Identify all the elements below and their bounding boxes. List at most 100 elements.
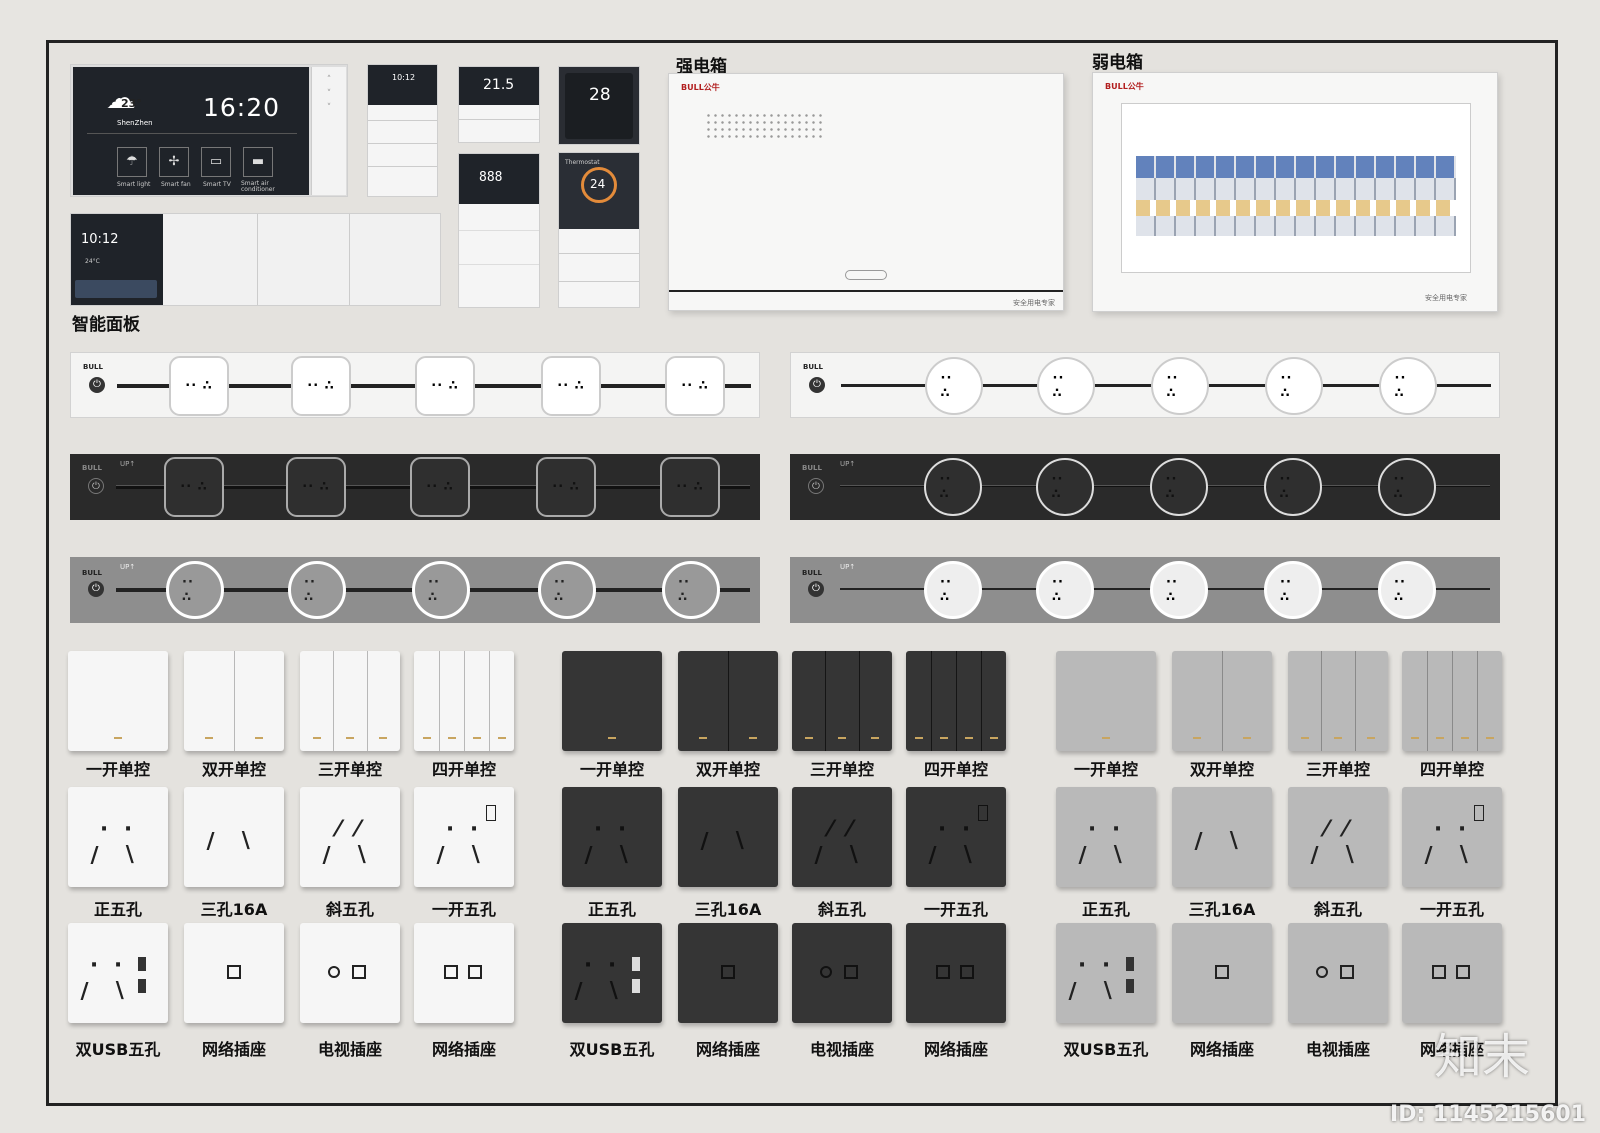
wall-socket[interactable]: ∕ ∖ bbox=[184, 787, 284, 887]
power-icon[interactable]: ⏻ bbox=[89, 377, 105, 393]
square-socket[interactable]: ·· ∴ bbox=[660, 457, 720, 517]
rocker-switch[interactable] bbox=[978, 805, 988, 821]
wall-switch[interactable] bbox=[678, 651, 778, 751]
square-socket[interactable]: ·· ∴ bbox=[291, 356, 351, 416]
square-socket[interactable]: ·· ∴ bbox=[410, 457, 470, 517]
wall-socket[interactable]: · · ∕ ∖ bbox=[1056, 787, 1156, 887]
data-socket[interactable] bbox=[300, 923, 400, 1023]
data-socket[interactable]: · · ∕ ∖ bbox=[68, 923, 168, 1023]
side-keys[interactable]: ˄ ˅ ˅ bbox=[311, 67, 346, 195]
wall-socket[interactable]: · · ∕ ∖ bbox=[1402, 787, 1502, 887]
round-socket[interactable]: ·· ∴ bbox=[1150, 458, 1208, 516]
round-socket[interactable]: ·· ∴ bbox=[924, 561, 982, 619]
wall-switch[interactable] bbox=[1172, 651, 1272, 751]
tv-coax-port-icon[interactable] bbox=[820, 966, 832, 978]
smart-light-icon[interactable]: ☂ bbox=[117, 147, 147, 177]
power-icon[interactable]: ⏻ bbox=[88, 581, 104, 597]
network-port-icon[interactable] bbox=[1456, 965, 1470, 979]
round-socket[interactable]: ·· ∴ bbox=[412, 561, 470, 619]
round-socket[interactable]: ·· ∴ bbox=[1037, 357, 1095, 415]
wall-socket[interactable]: ⁄ ⁄ ∕ ∖ bbox=[300, 787, 400, 887]
round-socket[interactable]: ·· ∴ bbox=[1036, 561, 1094, 619]
power-icon[interactable]: ⏻ bbox=[88, 478, 104, 494]
network-port-icon[interactable] bbox=[444, 965, 458, 979]
door-handle[interactable] bbox=[845, 270, 887, 280]
data-socket[interactable] bbox=[906, 923, 1006, 1023]
round-socket[interactable]: ·· ∴ bbox=[1378, 458, 1436, 516]
round-socket[interactable]: ·· ∴ bbox=[1379, 357, 1437, 415]
smart-fan-icon[interactable]: ✢ bbox=[159, 147, 189, 177]
round-socket[interactable]: ·· ∴ bbox=[1378, 561, 1436, 619]
usb-port-icon[interactable] bbox=[632, 957, 640, 971]
power-icon[interactable]: ⏻ bbox=[808, 581, 824, 597]
wall-switch[interactable] bbox=[562, 651, 662, 751]
network-port-icon[interactable] bbox=[1340, 965, 1354, 979]
round-socket[interactable]: ·· ∴ bbox=[1036, 458, 1094, 516]
network-port-icon[interactable] bbox=[227, 965, 241, 979]
wall-socket[interactable]: ⁄ ⁄ ∕ ∖ bbox=[792, 787, 892, 887]
usb-port-icon[interactable] bbox=[138, 957, 146, 971]
wall-socket[interactable]: · · ∕ ∖ bbox=[906, 787, 1006, 887]
network-port-icon[interactable] bbox=[960, 965, 974, 979]
usb-port-icon[interactable] bbox=[1126, 957, 1134, 971]
round-socket[interactable]: ·· ∴ bbox=[1264, 561, 1322, 619]
round-socket[interactable]: ·· ∴ bbox=[166, 561, 224, 619]
wall-switch[interactable] bbox=[906, 651, 1006, 751]
wall-switch[interactable] bbox=[792, 651, 892, 751]
data-socket[interactable] bbox=[678, 923, 778, 1023]
round-socket[interactable]: ·· ∴ bbox=[1265, 357, 1323, 415]
wall-socket[interactable]: ∕ ∖ bbox=[678, 787, 778, 887]
wall-switch[interactable] bbox=[300, 651, 400, 751]
wall-switch[interactable] bbox=[1402, 651, 1502, 751]
square-socket[interactable]: ·· ∴ bbox=[536, 457, 596, 517]
power-icon[interactable]: ⏻ bbox=[808, 478, 824, 494]
round-socket[interactable]: ·· ∴ bbox=[1264, 458, 1322, 516]
round-socket[interactable]: ·· ∴ bbox=[662, 561, 720, 619]
data-socket[interactable]: · · ∕ ∖ bbox=[562, 923, 662, 1023]
round-socket[interactable]: ·· ∴ bbox=[1150, 561, 1208, 619]
square-socket[interactable]: ·· ∴ bbox=[286, 457, 346, 517]
usb-port-icon[interactable] bbox=[1126, 979, 1134, 993]
square-socket[interactable]: ·· ∴ bbox=[415, 356, 475, 416]
wall-socket[interactable]: · · ∕ ∖ bbox=[562, 787, 662, 887]
smart-ac-icon[interactable]: ▬ bbox=[243, 147, 273, 177]
round-socket[interactable]: ·· ∴ bbox=[924, 458, 982, 516]
square-socket[interactable]: ·· ∴ bbox=[169, 356, 229, 416]
wall-switch[interactable] bbox=[184, 651, 284, 751]
usb-port-icon[interactable] bbox=[138, 979, 146, 993]
wall-switch[interactable] bbox=[68, 651, 168, 751]
rocker-switch[interactable] bbox=[486, 805, 496, 821]
square-socket[interactable]: ·· ∴ bbox=[164, 457, 224, 517]
wall-socket[interactable]: ⁄ ⁄ ∕ ∖ bbox=[1288, 787, 1388, 887]
power-icon[interactable]: ⏻ bbox=[809, 377, 825, 393]
wall-socket[interactable]: ∕ ∖ bbox=[1172, 787, 1272, 887]
rocker-switch[interactable] bbox=[1474, 805, 1484, 821]
round-socket[interactable]: ·· ∴ bbox=[925, 357, 983, 415]
data-socket[interactable] bbox=[792, 923, 892, 1023]
wall-switch[interactable] bbox=[1288, 651, 1388, 751]
round-socket[interactable]: ·· ∴ bbox=[288, 561, 346, 619]
wall-socket[interactable]: · · ∕ ∖ bbox=[414, 787, 514, 887]
round-socket[interactable]: ·· ∴ bbox=[1151, 357, 1209, 415]
network-port-icon[interactable] bbox=[1432, 965, 1446, 979]
tv-coax-port-icon[interactable] bbox=[1316, 966, 1328, 978]
usb-port-icon[interactable] bbox=[632, 979, 640, 993]
smart-tv-icon[interactable]: ▭ bbox=[201, 147, 231, 177]
wall-switch[interactable] bbox=[1056, 651, 1156, 751]
square-socket[interactable]: ·· ∴ bbox=[541, 356, 601, 416]
data-socket[interactable] bbox=[414, 923, 514, 1023]
data-socket[interactable] bbox=[184, 923, 284, 1023]
square-socket[interactable]: ·· ∴ bbox=[665, 356, 725, 416]
tv-coax-port-icon[interactable] bbox=[328, 966, 340, 978]
network-port-icon[interactable] bbox=[1215, 965, 1229, 979]
network-port-icon[interactable] bbox=[468, 965, 482, 979]
network-port-icon[interactable] bbox=[721, 965, 735, 979]
data-socket[interactable] bbox=[1288, 923, 1388, 1023]
wall-switch[interactable] bbox=[414, 651, 514, 751]
wall-socket[interactable]: · · ∕ ∖ bbox=[68, 787, 168, 887]
network-port-icon[interactable] bbox=[352, 965, 366, 979]
data-socket[interactable] bbox=[1172, 923, 1272, 1023]
round-socket[interactable]: ·· ∴ bbox=[538, 561, 596, 619]
data-socket[interactable]: · · ∕ ∖ bbox=[1056, 923, 1156, 1023]
network-port-icon[interactable] bbox=[844, 965, 858, 979]
